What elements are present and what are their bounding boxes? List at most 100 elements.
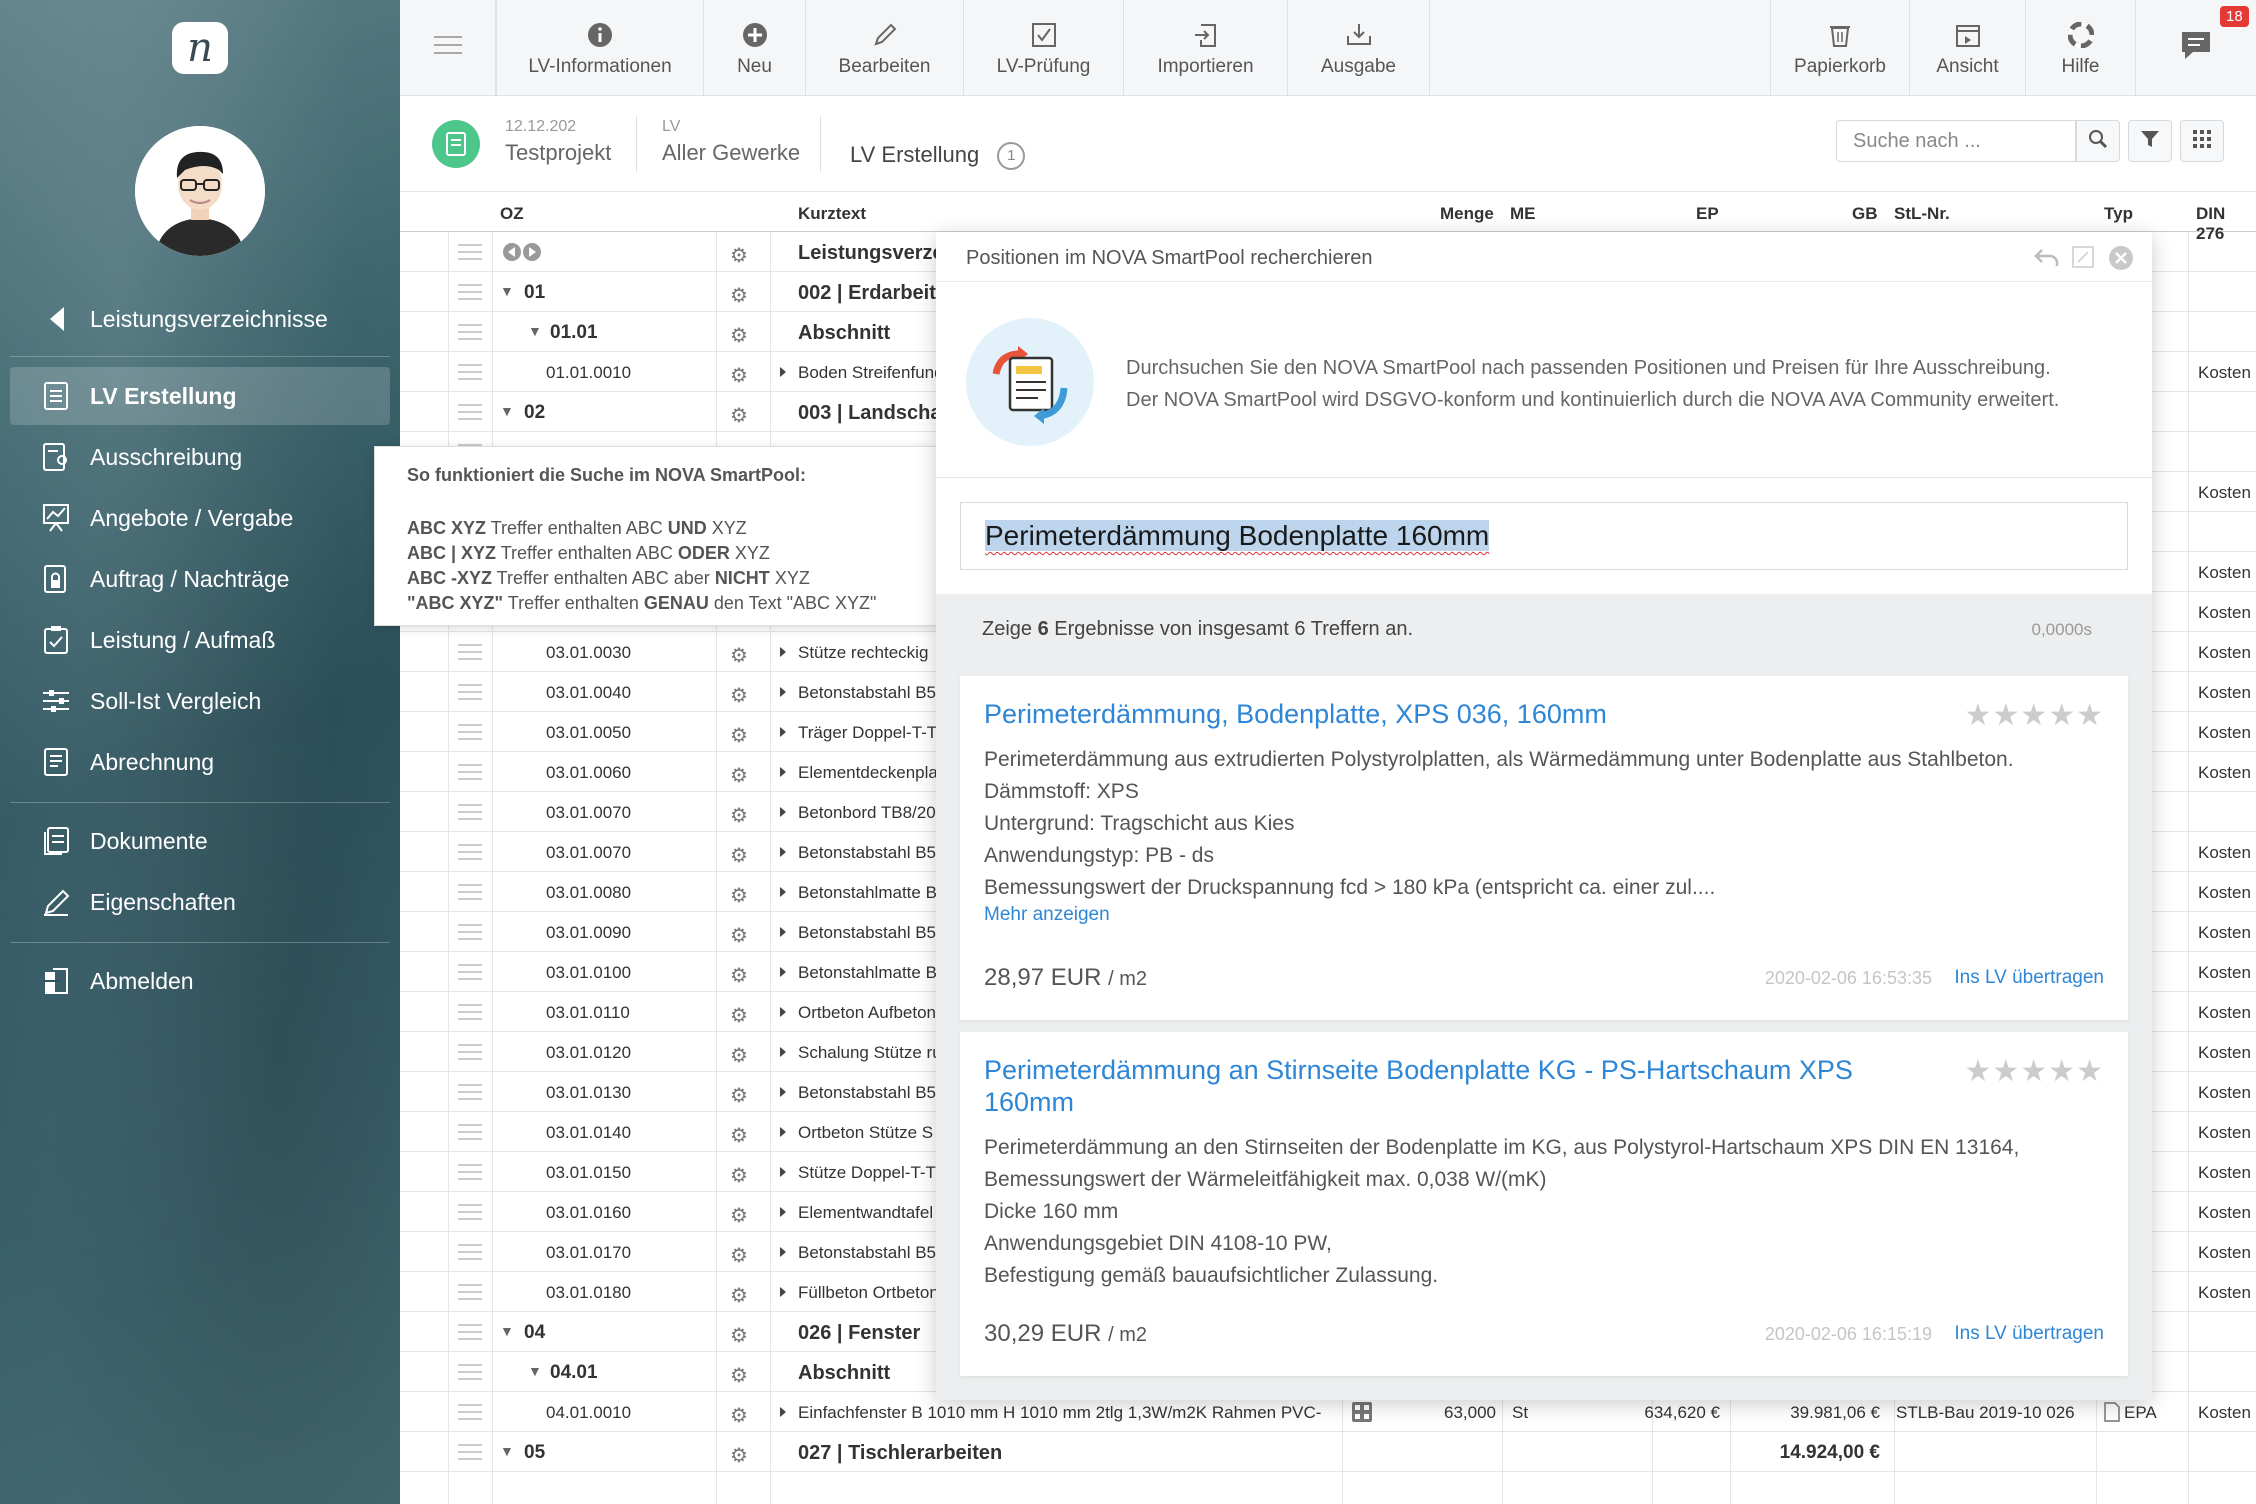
gear-icon[interactable]: ⚙ xyxy=(730,883,748,908)
drag-handle-icon[interactable] xyxy=(458,1084,482,1100)
drag-handle-icon[interactable] xyxy=(458,764,482,780)
menu-toggle-button[interactable] xyxy=(400,0,496,95)
gear-icon[interactable]: ⚙ xyxy=(730,243,748,268)
rating-stars[interactable]: ★★★★★ xyxy=(1965,698,2104,733)
gear-icon[interactable]: ⚙ xyxy=(730,1203,748,1228)
expand-icon[interactable] xyxy=(780,1007,786,1017)
gear-icon[interactable]: ⚙ xyxy=(730,1243,748,1268)
breadcrumb-project[interactable]: 12.12.202 Testprojekt xyxy=(505,118,611,166)
drag-handle-icon[interactable] xyxy=(458,404,482,420)
drag-handle-icon[interactable] xyxy=(458,964,482,980)
expand-icon[interactable] xyxy=(780,1127,786,1137)
project-status-icon[interactable] xyxy=(432,120,480,168)
smartpool-search-input[interactable]: Perimeterdämmung Bodenplatte 160mm xyxy=(960,502,2128,570)
gear-icon[interactable]: ⚙ xyxy=(730,1163,748,1188)
expand-icon[interactable] xyxy=(780,1247,786,1257)
search-input[interactable]: Suche nach ... xyxy=(1836,120,2076,162)
gear-icon[interactable]: ⚙ xyxy=(730,323,748,348)
expand-icon[interactable] xyxy=(780,767,786,777)
calculator-icon[interactable] xyxy=(1352,1402,1372,1427)
drag-handle-icon[interactable] xyxy=(458,844,482,860)
chevron-down-icon[interactable]: ▼ xyxy=(528,1363,542,1379)
chevron-down-icon[interactable]: ▼ xyxy=(500,403,514,419)
drag-handle-icon[interactable] xyxy=(458,1324,482,1340)
col-gb[interactable]: GB xyxy=(1852,204,1878,224)
expand-icon[interactable] xyxy=(780,1087,786,1097)
drag-handle-icon[interactable] xyxy=(458,1284,482,1300)
col-menge[interactable]: Menge xyxy=(1440,204,1494,224)
filter-button[interactable] xyxy=(2128,120,2172,162)
drag-handle-icon[interactable] xyxy=(458,724,482,740)
gear-icon[interactable]: ⚙ xyxy=(730,1443,748,1468)
breadcrumb-lv[interactable]: LV Aller Gewerke xyxy=(662,118,800,166)
show-more-link[interactable]: Mehr anzeigen xyxy=(984,904,1110,926)
expand-icon[interactable] xyxy=(780,807,786,817)
gear-icon[interactable]: ⚙ xyxy=(730,923,748,948)
expand-icon[interactable] xyxy=(780,1047,786,1057)
result-title[interactable]: Perimeterdämmung an Stirnseite Bodenplat… xyxy=(984,1054,1904,1118)
gear-icon[interactable]: ⚙ xyxy=(730,1363,748,1388)
papierkorb-button[interactable]: Papierkorb xyxy=(1770,0,1910,95)
gear-icon[interactable]: ⚙ xyxy=(730,723,748,748)
nav-arrows-icon[interactable] xyxy=(502,242,542,267)
gear-icon[interactable]: ⚙ xyxy=(730,363,748,388)
expand-icon[interactable] xyxy=(780,887,786,897)
table-row[interactable]: ▼ 05 ⚙ 027 | Tischlerarbeiten 14.924,00 € xyxy=(400,1432,2256,1472)
drag-handle-icon[interactable] xyxy=(458,644,482,660)
drag-handle-icon[interactable] xyxy=(458,1244,482,1260)
col-me[interactable]: ME xyxy=(1510,204,1536,224)
gear-icon[interactable]: ⚙ xyxy=(730,1083,748,1108)
drag-handle-icon[interactable] xyxy=(458,1124,482,1140)
col-stl[interactable]: StL-Nr. xyxy=(1894,204,1950,224)
expand-icon[interactable] xyxy=(780,727,786,737)
nav-item-dokumente[interactable]: Dokumente xyxy=(10,812,390,870)
nav-item-eigenschaften[interactable]: Eigenschaften xyxy=(10,873,390,931)
gear-icon[interactable]: ⚙ xyxy=(730,1323,748,1348)
expand-icon[interactable] xyxy=(780,1207,786,1217)
drag-handle-icon[interactable] xyxy=(458,284,482,300)
transfer-to-lv-link[interactable]: Ins LV übertragen xyxy=(1954,967,2104,989)
gear-icon[interactable]: ⚙ xyxy=(730,763,748,788)
nav-item-soll-ist-vergleich[interactable]: Soll-Ist Vergleich xyxy=(10,672,390,730)
neu-button[interactable]: Neu xyxy=(704,0,806,95)
expand-icon[interactable] xyxy=(780,647,786,657)
expand-icon[interactable] xyxy=(780,967,786,977)
gear-icon[interactable]: ⚙ xyxy=(730,963,748,988)
expand-icon[interactable] xyxy=(780,1407,786,1417)
chevron-down-icon[interactable]: ▼ xyxy=(528,323,542,339)
lv-pruefung-button[interactable]: LV-Prüfung xyxy=(964,0,1124,95)
expand-icon[interactable] xyxy=(780,1167,786,1177)
chevron-down-icon[interactable]: ▼ xyxy=(500,283,514,299)
notifications-button[interactable]: 18 xyxy=(2136,0,2256,95)
result-title[interactable]: Perimeterdämmung, Bodenplatte, XPS 036, … xyxy=(984,698,1904,730)
drag-handle-icon[interactable] xyxy=(458,684,482,700)
ausgabe-button[interactable]: Ausgabe xyxy=(1288,0,1430,95)
rating-stars[interactable]: ★★★★★ xyxy=(1965,1054,2104,1089)
expand-icon[interactable] xyxy=(780,367,786,377)
expand-icon[interactable] xyxy=(780,927,786,937)
hilfe-button[interactable]: Hilfe xyxy=(2026,0,2136,95)
col-oz[interactable]: OZ xyxy=(500,204,524,224)
close-icon[interactable] xyxy=(2108,245,2134,277)
ansicht-button[interactable]: Ansicht xyxy=(1910,0,2026,95)
drag-handle-icon[interactable] xyxy=(458,324,482,340)
drag-handle-icon[interactable] xyxy=(458,364,482,380)
nav-back-leistungsverzeichnisse[interactable]: Leistungsverzeichnisse xyxy=(10,290,390,348)
nav-item-angebote-vergabe[interactable]: Angebote / Vergabe xyxy=(10,489,390,547)
drag-handle-icon[interactable] xyxy=(458,1444,482,1460)
col-ep[interactable]: EP xyxy=(1696,204,1719,224)
gear-icon[interactable]: ⚙ xyxy=(730,1403,748,1428)
chevron-down-icon[interactable]: ▼ xyxy=(500,1323,514,1339)
grid-view-button[interactable] xyxy=(2180,120,2224,162)
importieren-button[interactable]: Importieren xyxy=(1124,0,1288,95)
gear-icon[interactable]: ⚙ xyxy=(730,1043,748,1068)
nav-item-abmelden[interactable]: Abmelden xyxy=(10,952,390,1010)
bearbeiten-button[interactable]: Bearbeiten xyxy=(806,0,964,95)
drag-handle-icon[interactable] xyxy=(458,924,482,940)
gear-icon[interactable]: ⚙ xyxy=(730,1003,748,1028)
lv-informationen-button[interactable]: LV-Informationen xyxy=(496,0,704,95)
gear-icon[interactable]: ⚙ xyxy=(730,403,748,428)
app-logo[interactable]: n xyxy=(172,22,228,74)
drag-handle-icon[interactable] xyxy=(458,244,482,260)
col-kurztext[interactable]: Kurztext xyxy=(798,204,866,224)
